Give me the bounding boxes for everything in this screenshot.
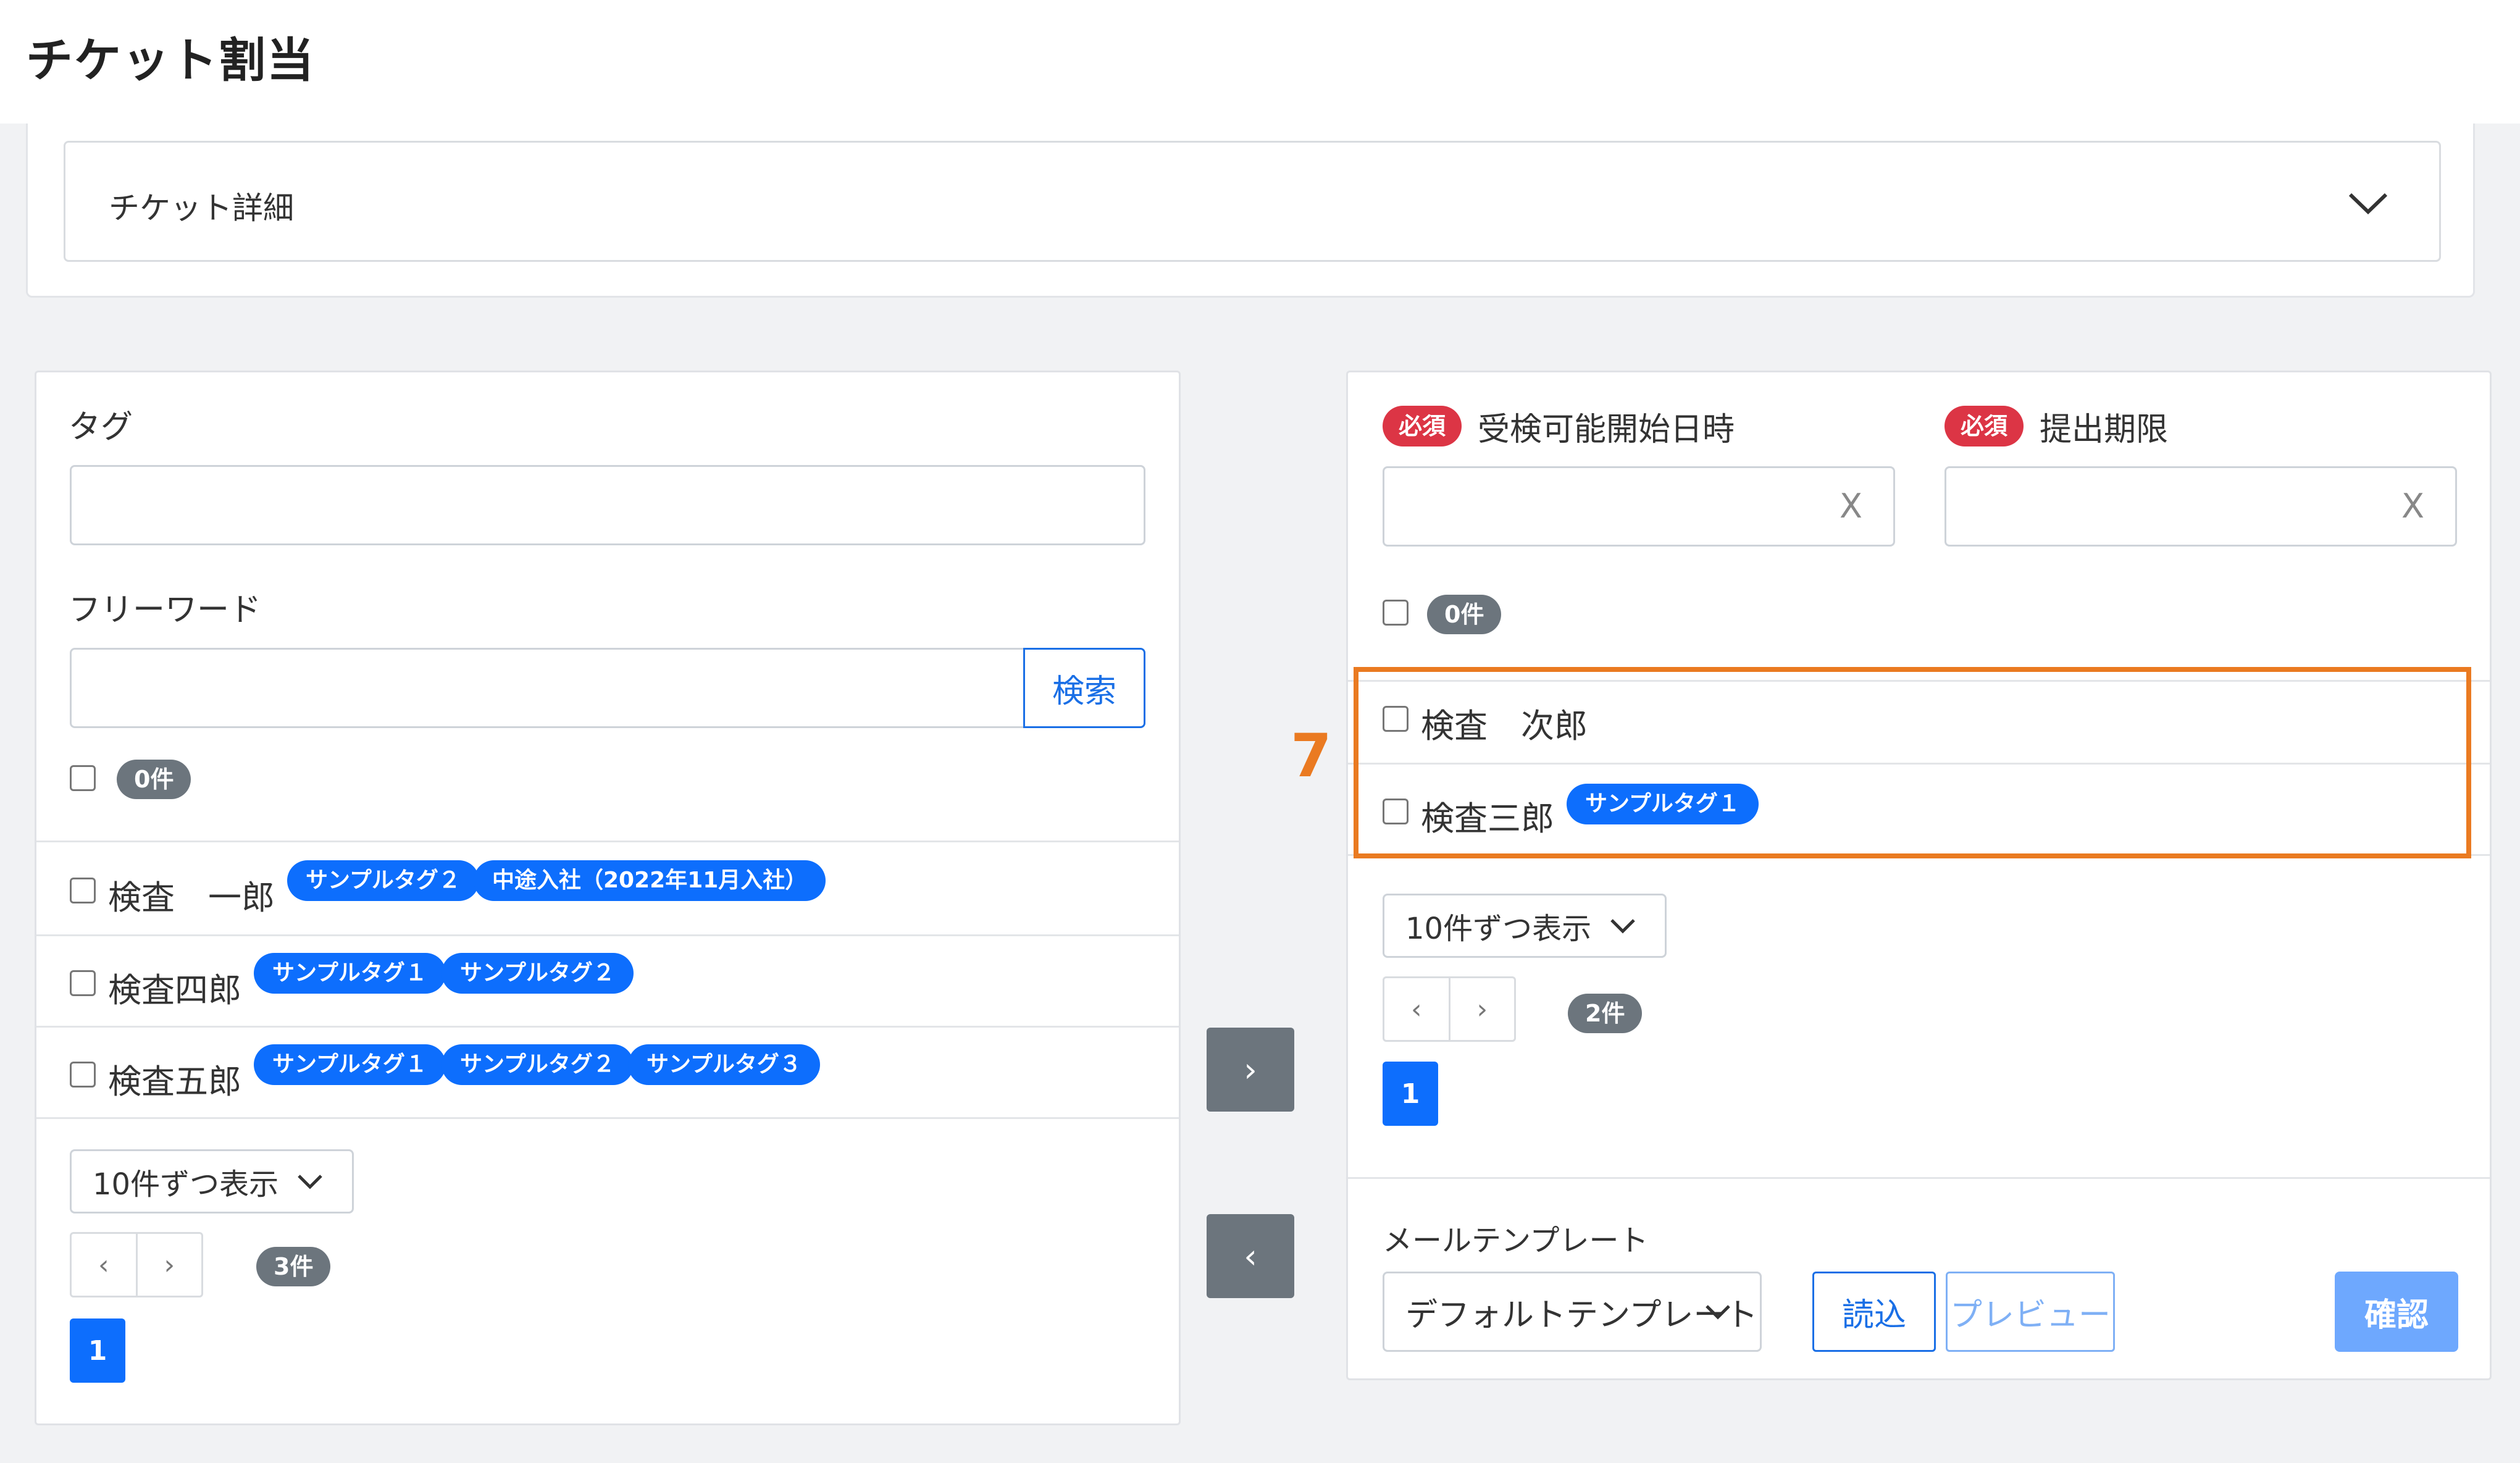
page-header: チケット割当 <box>0 0 2520 124</box>
freeword-label: フリーワード <box>69 592 262 629</box>
mail-template-label: メールテンプレート <box>1383 1223 1649 1258</box>
row-checkbox[interactable] <box>70 1062 96 1088</box>
person-name: 検査五郎 <box>108 1062 241 1101</box>
prev-page-button[interactable]: ‹ <box>1384 978 1449 1040</box>
page-size-select[interactable]: 10件ずつ表示 <box>70 1149 354 1214</box>
start-datetime-label: 受検可能開始日時 <box>1478 411 1735 448</box>
page-1-button[interactable]: 1 <box>70 1318 125 1383</box>
tag-badge: 中途入社（2022年11月入社） <box>474 860 826 901</box>
chevron-down-icon <box>2348 193 2388 215</box>
clear-icon[interactable]: X <box>1840 487 1862 526</box>
required-badge: 必須 <box>1383 406 1462 446</box>
person-name: 検査四郎 <box>108 971 241 1010</box>
move-left-button[interactable]: ‹ <box>1207 1214 1294 1298</box>
page-size-select[interactable]: 10件ずつ表示 <box>1383 894 1667 958</box>
clear-icon[interactable]: X <box>2401 487 2424 526</box>
required-badge: 必須 <box>1944 406 2024 446</box>
search-button[interactable]: 検索 <box>1023 648 1145 728</box>
tag-badge: サンプルタグ２ <box>287 860 479 901</box>
row-checkbox[interactable] <box>70 878 96 903</box>
move-right-button[interactable]: › <box>1207 1028 1294 1112</box>
pager: ‹ › <box>1383 976 1516 1042</box>
tag-badge: サンプルタグ１ <box>254 953 446 994</box>
select-all-checkbox[interactable] <box>70 765 96 791</box>
page-size-value: 10件ずつ表示 <box>1405 912 1592 946</box>
start-datetime-input[interactable]: X <box>1383 466 1895 547</box>
ticket-detail-label: チケット詳細 <box>109 190 294 226</box>
total-count-badge: 3件 <box>256 1247 331 1286</box>
chevron-down-icon <box>1610 919 1635 934</box>
tag-badge: サンプルタグ１ <box>254 1044 446 1085</box>
person-name: 検査 一郎 <box>108 878 275 917</box>
select-all-checkbox[interactable] <box>1383 600 1409 626</box>
mail-template-select[interactable]: デフォルトテンプレート <box>1383 1272 1762 1352</box>
divider <box>1348 1177 2490 1179</box>
assigned-panel: 必須 受検可能開始日時 必須 提出期限 X X 0件 検査 次郎 検査三郎 サン… <box>1346 371 2492 1380</box>
divider <box>36 1026 1179 1028</box>
page-size-value: 10件ずつ表示 <box>93 1167 279 1202</box>
deadline-input[interactable]: X <box>1944 466 2457 547</box>
chevron-down-icon <box>1706 1305 1730 1320</box>
confirm-button[interactable]: 確認 <box>2335 1272 2458 1352</box>
divider <box>36 1117 1179 1119</box>
candidate-panel: タグ フリーワード 検索 0件 検査 一郎 サンプルタグ２ 中途入社（2022年… <box>35 371 1181 1425</box>
freeword-input[interactable] <box>70 648 1033 728</box>
tag-badge: サンプルタグ３ <box>628 1044 820 1085</box>
total-count-badge: 2件 <box>1568 994 1643 1033</box>
pager: ‹ › <box>70 1232 203 1297</box>
divider <box>36 840 1179 842</box>
tag-badge: サンプルタグ２ <box>442 1044 634 1085</box>
step-highlight-box <box>1354 667 2471 858</box>
divider <box>36 934 1179 936</box>
preview-button[interactable]: プレビュー <box>1946 1272 2115 1352</box>
page-1-button[interactable]: 1 <box>1383 1062 1438 1126</box>
tag-label: タグ <box>69 409 133 446</box>
ticket-detail-card: チケット詳細 <box>26 124 2475 298</box>
page-title: チケット割当 <box>26 33 315 88</box>
next-page-button[interactable]: › <box>1448 978 1515 1040</box>
prev-page-button[interactable]: ‹ <box>72 1234 136 1296</box>
step-number: 7 <box>1291 721 1332 790</box>
tag-badge: サンプルタグ２ <box>442 953 634 994</box>
selected-count-badge: 0件 <box>1427 595 1502 634</box>
row-checkbox[interactable] <box>70 970 96 996</box>
tag-input[interactable] <box>70 465 1145 545</box>
deadline-label: 提出期限 <box>2040 411 2169 448</box>
ticket-detail-accordion[interactable]: チケット詳細 <box>64 141 2441 262</box>
next-page-button[interactable]: › <box>135 1234 202 1296</box>
selected-count-badge: 0件 <box>117 760 191 799</box>
chevron-down-icon <box>298 1175 322 1189</box>
load-template-button[interactable]: 読込 <box>1812 1272 1936 1352</box>
